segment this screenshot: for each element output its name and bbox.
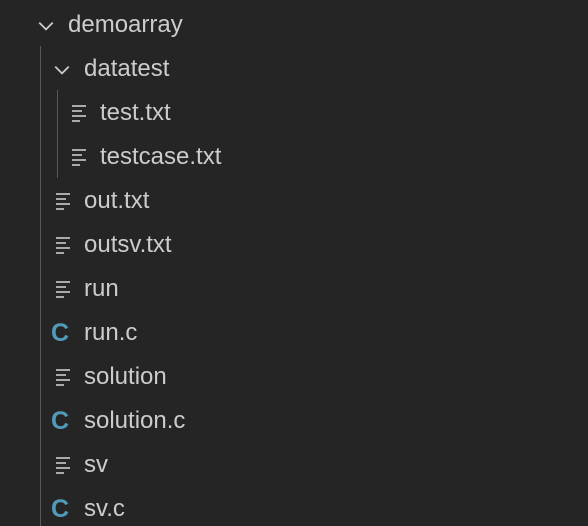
file-explorer-tree: demoarray datatest test.txt testcase.txt xyxy=(0,0,588,526)
file-label: solution.c xyxy=(84,407,186,434)
tree-file-sv[interactable]: sv xyxy=(0,443,588,487)
text-file-icon xyxy=(56,281,70,298)
folder-label: datatest xyxy=(84,55,170,82)
file-label: run.c xyxy=(84,319,138,346)
text-file-icon xyxy=(56,457,70,474)
chevron-down-icon xyxy=(54,65,70,75)
file-label: sv.c xyxy=(84,495,125,522)
file-label: sv xyxy=(84,451,108,478)
chevron-down-icon xyxy=(38,21,54,31)
c-file-icon: C xyxy=(51,319,70,347)
text-file-icon xyxy=(72,149,86,166)
tree-file-solution[interactable]: solution xyxy=(0,355,588,399)
folder-label: demoarray xyxy=(68,11,183,38)
file-label: outsv.txt xyxy=(84,231,172,258)
text-file-icon xyxy=(56,237,70,254)
text-file-icon xyxy=(56,369,70,386)
tree-file-run[interactable]: run xyxy=(0,267,588,311)
tree-file-out-txt[interactable]: out.txt xyxy=(0,179,588,223)
tree-file-testcase-txt[interactable]: testcase.txt xyxy=(0,135,588,179)
file-label: test.txt xyxy=(100,99,171,126)
tree-file-run-c[interactable]: C run.c xyxy=(0,311,588,355)
tree-file-outsv-txt[interactable]: outsv.txt xyxy=(0,223,588,267)
tree-folder-datatest[interactable]: datatest xyxy=(0,47,588,91)
text-file-icon xyxy=(72,105,86,122)
file-label: testcase.txt xyxy=(100,143,222,170)
tree-folder-demoarray[interactable]: demoarray xyxy=(0,3,588,47)
c-file-icon: C xyxy=(51,495,70,523)
file-label: run xyxy=(84,275,119,302)
tree-file-test-txt[interactable]: test.txt xyxy=(0,91,588,135)
file-label: out.txt xyxy=(84,187,150,214)
c-file-icon: C xyxy=(51,407,70,435)
text-file-icon xyxy=(56,193,70,210)
file-label: solution xyxy=(84,363,167,390)
tree-file-sv-c[interactable]: C sv.c xyxy=(0,487,588,526)
tree-file-solution-c[interactable]: C solution.c xyxy=(0,399,588,443)
